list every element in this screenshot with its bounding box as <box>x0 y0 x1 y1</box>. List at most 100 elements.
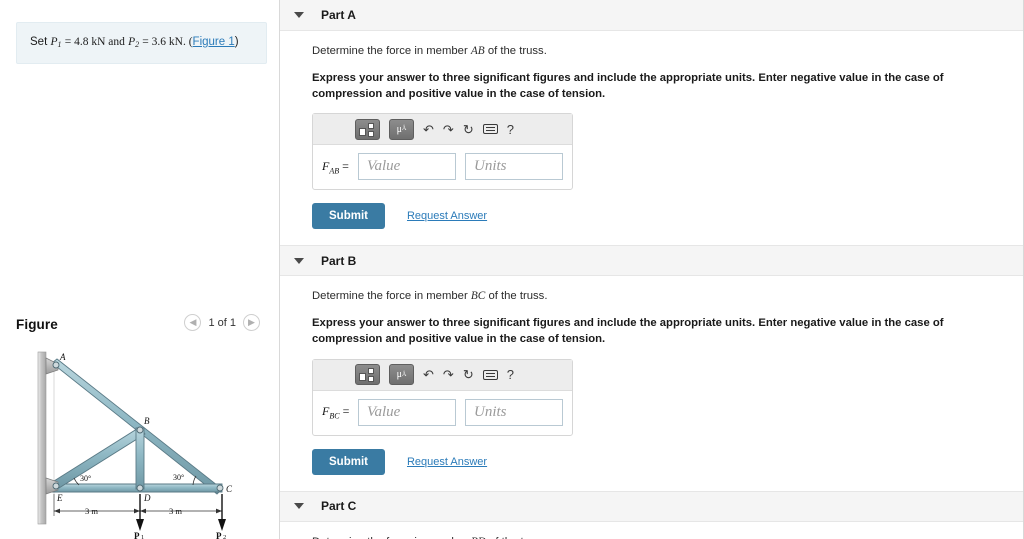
part-b-prompt: Determine the force in member BC of the … <box>312 289 1009 304</box>
part-a-prompt-before: Determine the force in member <box>312 45 468 57</box>
part-b-instruction: Express your answer to three significant… <box>312 317 944 346</box>
part-a-actions: Submit Request Answer <box>312 203 1009 230</box>
part-b-member: BC <box>470 290 486 303</box>
part-c-body: Determine the force in member BD of the … <box>280 522 1023 539</box>
units-angstrom-a: Å <box>402 126 407 133</box>
member-BD <box>135 427 145 490</box>
caret-down-icon-b[interactable] <box>294 257 304 264</box>
part-header-c[interactable]: Part C <box>280 490 1023 522</box>
label-P2: P <box>216 531 222 539</box>
part-a-toolbar: μÅ ↶ ↷ ↻ ? <box>313 114 572 146</box>
p2-subscript: 2 <box>135 40 140 49</box>
left-panel: Set P1 = 4.8 kN and P2 = 3.6 kN. (Figure… <box>0 0 280 539</box>
part-b-label: Part B <box>321 253 357 268</box>
part-b-value-input[interactable] <box>358 398 456 426</box>
units-mu-angstrom-icon-a[interactable]: μÅ <box>389 118 414 140</box>
load-arrow-P2-head <box>218 519 226 531</box>
problem-page: Set P1 = 4.8 kN and P2 = 3.6 kN. (Figure… <box>0 0 1024 539</box>
question-statement: Set P1 = 4.8 kN and P2 = 3.6 kN. (Figure… <box>16 22 267 64</box>
joint-A <box>52 361 60 369</box>
figure-prev-button[interactable]: ◀ <box>184 314 202 331</box>
joint-C <box>216 484 224 492</box>
part-a-prompt: Determine the force in member AB of the … <box>312 44 1009 59</box>
parts-panel: Part A Determine the force in member AB … <box>280 0 1024 539</box>
label-E: E <box>56 493 63 503</box>
undo-arrow-icon-b[interactable]: ↶ <box>423 368 434 381</box>
figure-1-link[interactable]: Figure 1 <box>193 36 235 48</box>
dim-arrow-d-left <box>134 508 140 514</box>
reset-circle-icon-b[interactable]: ↻ <box>463 368 474 381</box>
label-dim-left: 3 m <box>85 506 98 516</box>
template-squares-icon-a[interactable] <box>355 118 380 140</box>
wall-support <box>37 351 47 525</box>
part-a-value-input[interactable] <box>358 153 456 181</box>
joint-D <box>136 484 144 492</box>
part-b-request-answer-link[interactable]: Request Answer <box>407 456 487 468</box>
joint-E <box>52 482 60 490</box>
label-C: C <box>226 484 233 494</box>
label-P1-sub: 1 <box>141 534 144 539</box>
part-b-prompt-before: Determine the force in member <box>312 290 468 303</box>
part-a-answer-row: FAB = <box>313 145 572 189</box>
label-P2-sub: 2 <box>223 534 226 539</box>
p1-subscript: 1 <box>57 40 62 49</box>
keyboard-icon-a[interactable] <box>482 124 498 135</box>
part-a-label: Part A <box>321 8 356 22</box>
part-b-prompt-after: of the truss. <box>488 290 548 303</box>
load-arrow-P1-head <box>136 519 144 531</box>
label-angle-right: 30° <box>173 473 184 482</box>
help-icon-a[interactable]: ? <box>507 123 514 136</box>
part-b-toolbar: μÅ ↶ ↷ ↻ ? <box>313 359 572 391</box>
keyboard-icon-b[interactable] <box>482 369 498 380</box>
template-squares-icon-b[interactable] <box>355 364 380 386</box>
figure-counter: 1 of 1 <box>208 316 236 329</box>
figure-next-button[interactable]: ▶ <box>243 314 260 331</box>
truss-figure[interactable]: A B C D E 30° 30° 3 m 3 m P 1 P 2 <box>10 344 275 539</box>
label-B: B <box>144 416 150 426</box>
label-P1: P <box>134 531 140 539</box>
part-a-f-subscript: AB <box>329 166 340 176</box>
part-a-equals: = <box>342 158 349 173</box>
redo-arrow-icon-b[interactable]: ↷ <box>443 368 454 381</box>
help-icon-b[interactable]: ? <box>507 368 514 381</box>
part-b-equals: = <box>342 404 350 419</box>
p2-equation: = 3.6 kN. ( <box>142 36 193 48</box>
member-EB <box>53 426 146 489</box>
dim-arrow-e <box>54 508 60 514</box>
truss-diagram-svg: A B C D E 30° 30° 3 m 3 m P 1 P 2 <box>37 351 233 539</box>
question-suffix: ) <box>234 36 239 48</box>
part-b-field-label: FBC = <box>322 404 358 420</box>
part-b-body: Determine the force in member BC of the … <box>280 276 1023 490</box>
content-scrollbar[interactable] <box>1017 0 1023 539</box>
part-a-instruction: Express your answer to three significant… <box>312 71 944 101</box>
label-dim-right: 3 m <box>169 506 182 516</box>
part-a-units-input[interactable] <box>465 153 563 181</box>
label-A: A <box>59 352 66 362</box>
dim-arrow-c <box>216 508 222 514</box>
part-header-a[interactable]: Part A <box>280 0 1023 31</box>
reset-circle-icon-a[interactable]: ↻ <box>463 123 474 136</box>
caret-down-icon-c[interactable] <box>294 503 304 510</box>
redo-arrow-icon-a[interactable]: ↷ <box>443 123 454 136</box>
part-a-field-label: FAB = <box>322 159 358 175</box>
part-b-answer-row: FBC = <box>313 391 572 435</box>
part-b-f-subscript: BC <box>329 411 340 421</box>
part-a-submit-button[interactable]: Submit <box>312 203 385 230</box>
p1-symbol: P <box>50 36 58 48</box>
part-a-request-answer-link[interactable]: Request Answer <box>407 210 487 222</box>
label-D: D <box>143 493 151 503</box>
caret-down-icon-a[interactable] <box>294 12 304 18</box>
part-b-units-input[interactable] <box>465 398 563 426</box>
part-header-b[interactable]: Part B <box>280 245 1023 277</box>
figure-pagination: ◀ 1 of 1 ▶ <box>184 314 260 331</box>
part-b-answer-card: μÅ ↶ ↷ ↻ ? FBC = <box>312 358 573 436</box>
part-b-submit-button[interactable]: Submit <box>312 448 385 475</box>
units-mu-angstrom-icon-b[interactable]: μÅ <box>389 364 414 386</box>
part-a-body: Determine the force in member AB of the … <box>280 31 1023 245</box>
figure-title: Figure <box>16 317 58 332</box>
joint-B <box>136 426 144 434</box>
undo-arrow-icon-a[interactable]: ↶ <box>423 123 434 136</box>
figure-header: Figure ◀ 1 of 1 ▶ <box>16 312 268 340</box>
part-c-label: Part C <box>321 499 357 514</box>
part-a-prompt-after: of the truss. <box>487 45 547 57</box>
